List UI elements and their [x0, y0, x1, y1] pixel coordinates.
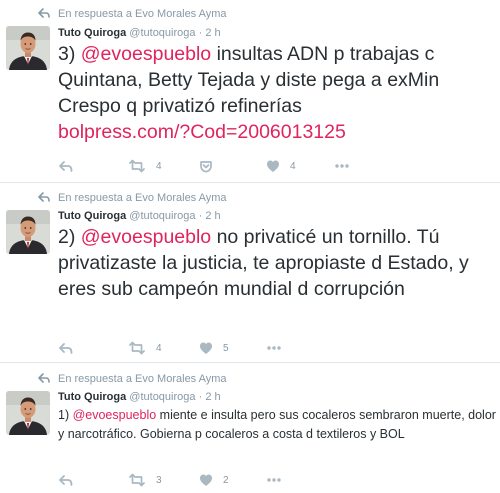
tweet-number: 2) [58, 226, 81, 248]
reply-icon [59, 343, 73, 354]
reply-icon [59, 475, 73, 486]
separator-dot: · [198, 210, 203, 222]
like-count: 4 [290, 160, 296, 172]
more-button[interactable] [334, 158, 350, 174]
reply-icon [59, 161, 73, 172]
like-button[interactable]: 4 [266, 158, 296, 174]
more-dots-icon [267, 346, 281, 350]
author-name[interactable]: Tuto Quiroga [58, 27, 126, 39]
heart-icon [200, 342, 212, 354]
author-name[interactable]: Tuto Quiroga [58, 210, 126, 222]
like-button[interactable]: 2 [199, 472, 229, 488]
like-count: 2 [223, 474, 229, 486]
reply-context-text: En respuesta a Evo Morales Ayma [58, 8, 227, 20]
retweet-count: 3 [156, 474, 162, 486]
tweet-actions: 3 2 [58, 472, 498, 488]
mention-link[interactable]: @evoespueblo [81, 43, 211, 65]
avatar[interactable] [6, 26, 50, 70]
retweet-button[interactable]: 3 [128, 472, 162, 488]
url-link[interactable]: bolpress.com/?Cod=2006013125 [58, 121, 346, 143]
retweet-count: 4 [156, 160, 162, 172]
save-button[interactable] [199, 158, 213, 174]
reply-button[interactable] [58, 340, 74, 356]
author-name[interactable]: Tuto Quiroga [58, 391, 126, 403]
reply-button[interactable] [58, 472, 74, 488]
reply-arrow-icon [38, 192, 50, 202]
separator-dot: · [198, 391, 203, 403]
avatar[interactable] [6, 391, 50, 435]
heart-icon [267, 160, 279, 172]
more-button[interactable] [266, 472, 282, 488]
like-button[interactable]: 5 [199, 340, 229, 356]
like-count: 5 [223, 342, 229, 354]
retweet-icon [129, 341, 145, 355]
retweet-button[interactable]: 4 [128, 340, 162, 356]
retweet-icon [129, 473, 145, 487]
heart-icon [200, 474, 212, 486]
tweet-timestamp[interactable]: 2 h [205, 27, 220, 39]
separator-dot: · [198, 27, 203, 39]
pocket-save-icon [200, 161, 212, 173]
avatar[interactable] [6, 210, 50, 254]
tweet-number: 1) [58, 408, 73, 422]
tweet-timestamp[interactable]: 2 h [205, 210, 220, 222]
tweet-text: 3) @evoespueblo insultas ADN p trabajas … [58, 41, 494, 145]
more-dots-icon [267, 478, 281, 482]
more-dots-icon [335, 164, 349, 168]
tweet-number: 3) [58, 43, 81, 65]
tweet-item[interactable]: En respuesta a Evo Morales Ayma Tuto Qui… [0, 364, 500, 493]
more-button[interactable] [266, 340, 282, 356]
author-handle[interactable]: @tutoquiroga [129, 391, 195, 403]
author-handle[interactable]: @tutoquiroga [129, 27, 195, 39]
author-handle[interactable]: @tutoquiroga [129, 210, 195, 222]
tweet-item[interactable]: En respuesta a Evo Morales Ayma Tuto Qui… [0, 184, 500, 363]
reply-arrow-icon [38, 373, 50, 383]
reply-context-text: En respuesta a Evo Morales Ayma [58, 373, 227, 385]
mention-link[interactable]: @evoespueblo [73, 408, 157, 422]
reply-arrow-icon [38, 8, 50, 18]
reply-context-text: En respuesta a Evo Morales Ayma [58, 192, 227, 204]
retweet-count: 4 [156, 342, 162, 354]
reply-button[interactable] [58, 158, 74, 174]
tweet-text: 2) @evoespueblo no privaticé un tornillo… [58, 224, 494, 302]
tweet-text: 1) @evoespueblo miente e insulta pero su… [58, 406, 498, 444]
tweet-timestamp[interactable]: 2 h [205, 391, 220, 403]
retweet-icon [129, 159, 145, 173]
mention-link[interactable]: @evoespueblo [81, 226, 211, 248]
tweet-actions: 4 4 [58, 158, 498, 174]
retweet-button[interactable]: 4 [128, 158, 162, 174]
tweet-item[interactable]: En respuesta a Evo Morales Ayma Tuto Qui… [0, 0, 500, 183]
tweet-actions: 4 5 [58, 340, 498, 356]
